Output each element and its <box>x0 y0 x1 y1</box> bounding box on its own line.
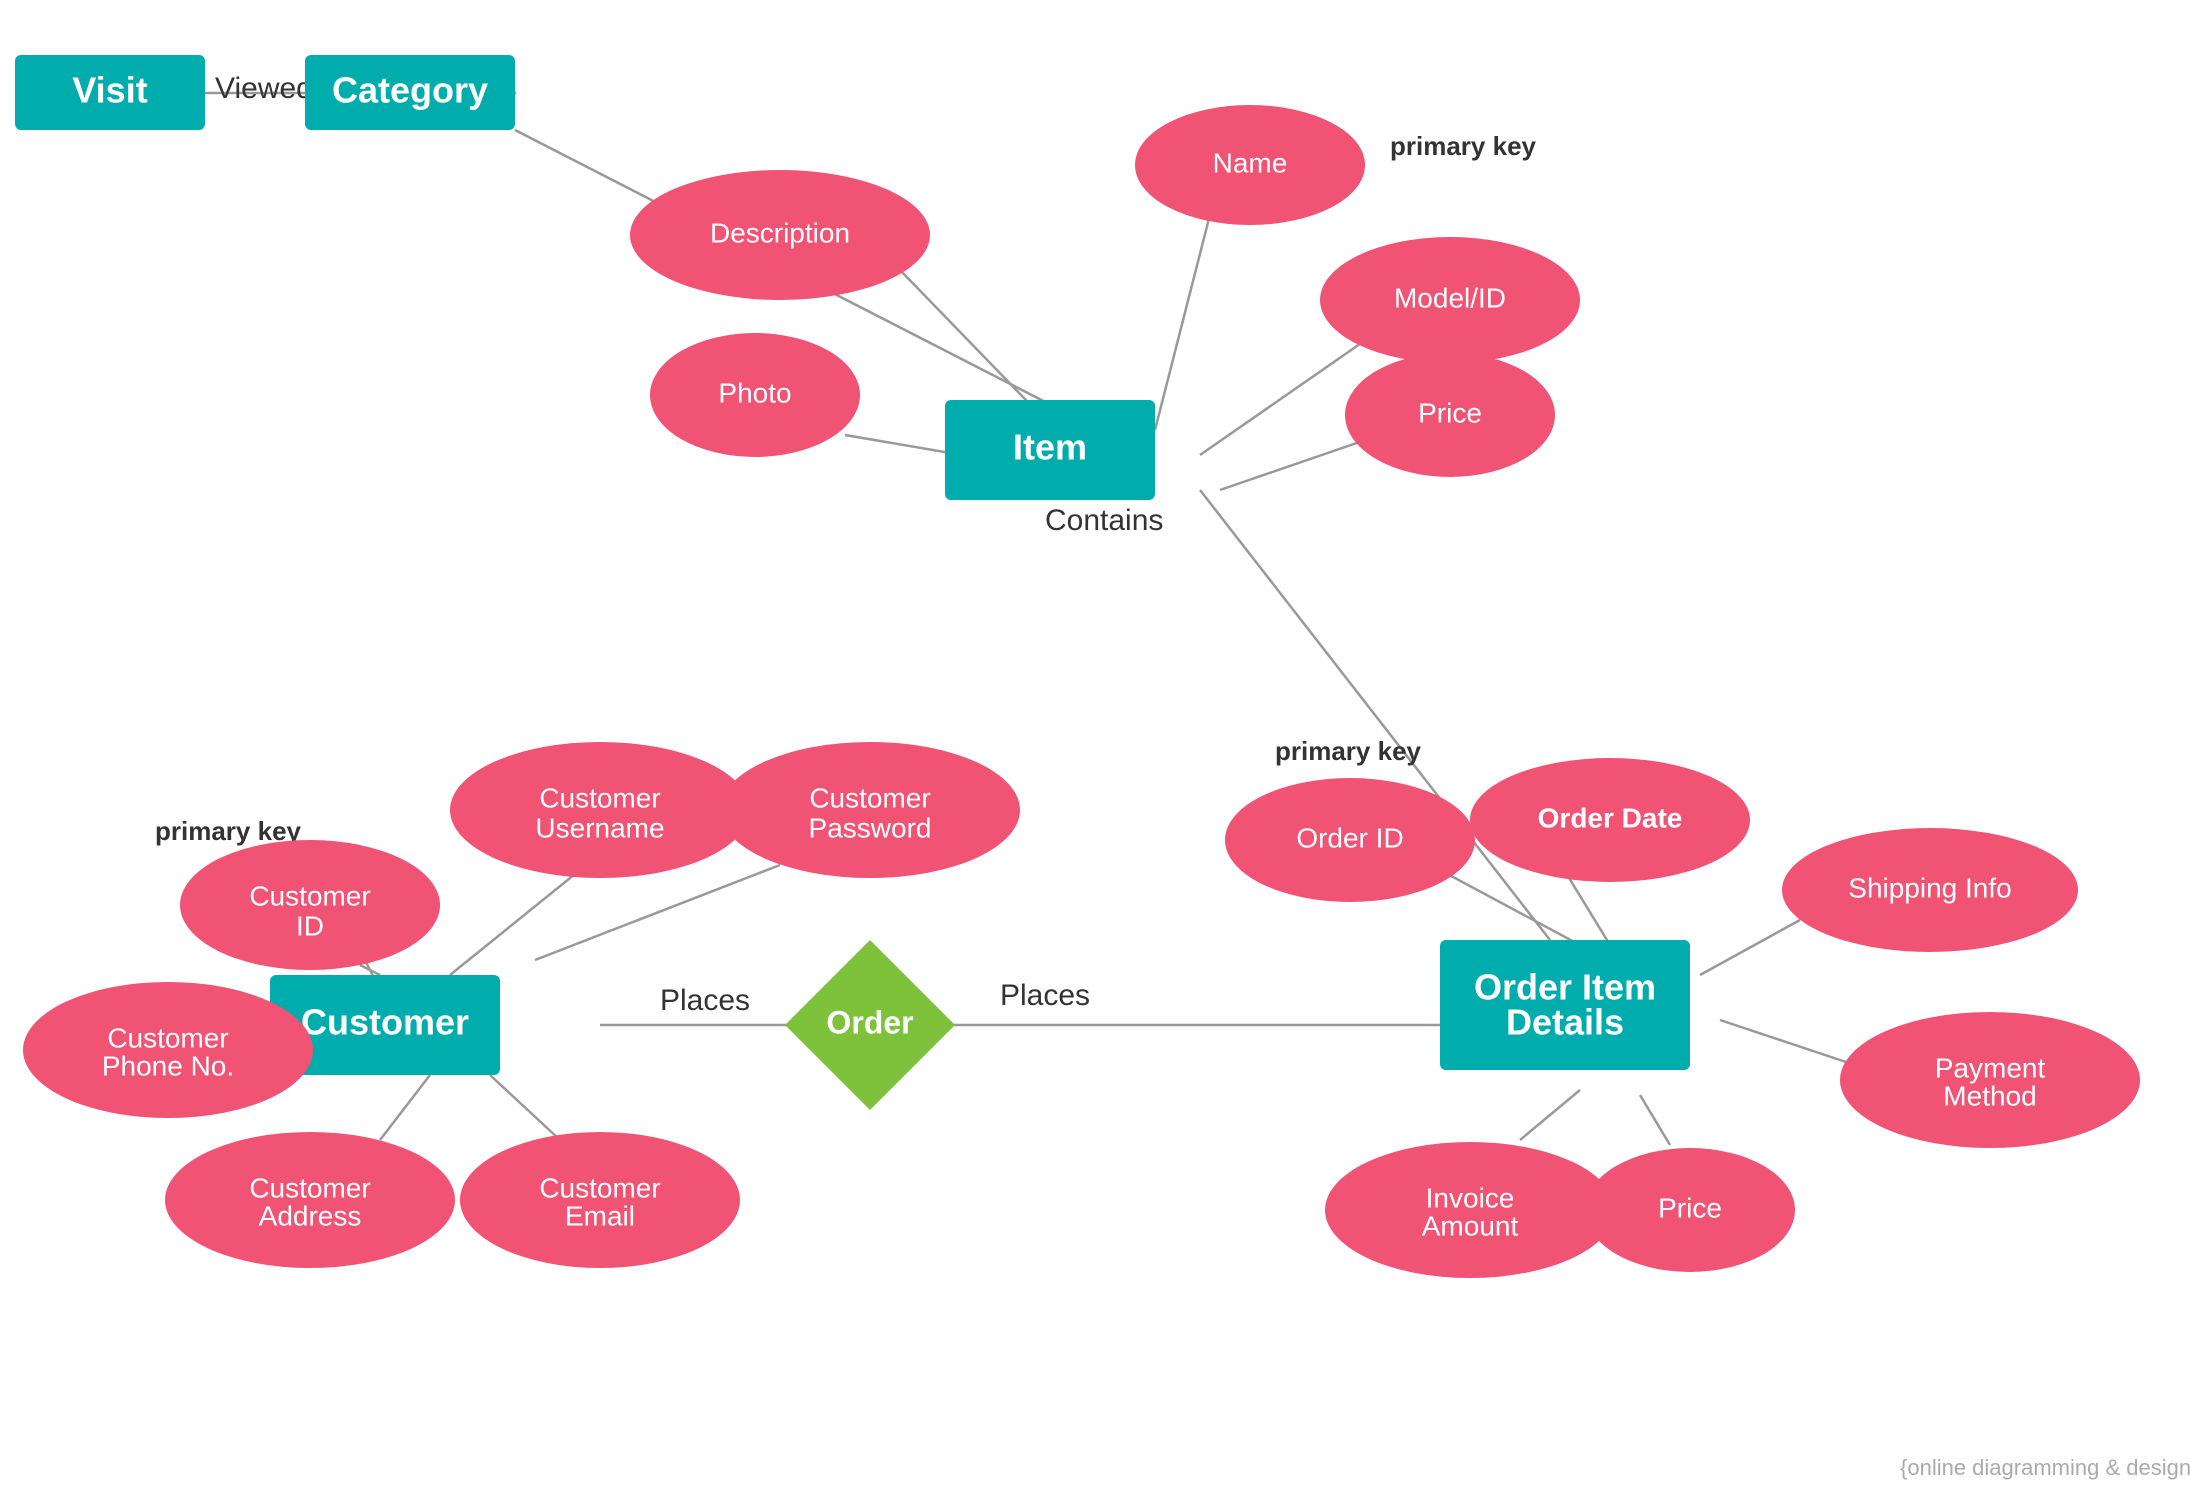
attr-order-id-label: Order ID <box>1296 822 1403 853</box>
attr-price-item-label: Price <box>1418 397 1482 428</box>
attr-name-label: Name <box>1213 147 1288 178</box>
connector-item-price <box>1220 435 1380 490</box>
attr-order-date-label: Order Date <box>1538 802 1683 833</box>
attr-customer-email-label1: Customer <box>539 1172 660 1203</box>
attr-customer-id-label2: ID <box>296 910 324 941</box>
pk-order-label: primary key <box>1275 736 1422 766</box>
entity-category-label: Category <box>332 70 488 111</box>
connector-orderdetails-orderid <box>1440 870 1580 945</box>
attr-model-id-label: Model/ID <box>1394 282 1506 313</box>
connector-customer-password <box>535 865 780 960</box>
er-diagram: Visit Viewed by Category Contains Item p… <box>0 0 2190 1500</box>
attr-customer-username-label2: Username <box>535 812 664 843</box>
entity-item-label: Item <box>1013 427 1087 468</box>
entity-visit-label: Visit <box>72 70 147 111</box>
watermark-text: {online diagramming & design} creately.c… <box>1900 1455 2190 1480</box>
pk-item-label: primary key <box>1390 131 1537 161</box>
connector-orderdetails-shipping <box>1700 920 1800 975</box>
attr-price-order-label: Price <box>1658 1192 1722 1223</box>
connector-customer-username <box>450 870 580 975</box>
attr-customer-password-label2: Password <box>809 812 932 843</box>
attr-customer-email-label2: Email <box>565 1200 635 1231</box>
entity-customer-label: Customer <box>301 1002 469 1043</box>
attr-customer-id-label: Customer <box>249 880 370 911</box>
connector-orderdetails-invoice <box>1520 1090 1580 1140</box>
connector-customer-email <box>490 1075 560 1140</box>
contains-label-order: Places <box>1000 979 1090 1012</box>
contains-label-cat-item: Contains <box>1045 504 1163 537</box>
connector-orderdetails-priceorder <box>1640 1095 1670 1145</box>
connector-customer-address <box>380 1075 430 1140</box>
attr-shipping-info-label: Shipping Info <box>1848 872 2011 903</box>
attr-description-label: Description <box>710 217 850 248</box>
attr-payment-method-label2: Method <box>1943 1080 2036 1111</box>
diamond-order-label: Order <box>826 1004 913 1040</box>
attr-customer-phone-label2: Phone No. <box>102 1050 234 1081</box>
attr-customer-username-label1: Customer <box>539 782 660 813</box>
attr-payment-method-label1: Payment <box>1935 1052 2046 1083</box>
attr-customer-phone-label1: Customer <box>107 1022 228 1053</box>
attr-customer-address-label1: Customer <box>249 1172 370 1203</box>
attr-photo-label: Photo <box>718 377 791 408</box>
attr-invoice-amount-label2: Amount <box>1422 1210 1519 1241</box>
connector-item-name <box>1155 195 1215 430</box>
places-label: Places <box>660 984 750 1017</box>
attr-invoice-amount-label1: Invoice <box>1426 1182 1515 1213</box>
attr-customer-address-label2: Address <box>259 1200 362 1231</box>
pk-customer-label: primary key <box>155 816 302 846</box>
attr-customer-password-label1: Customer <box>809 782 930 813</box>
entity-oid-label2: Details <box>1506 1002 1624 1043</box>
